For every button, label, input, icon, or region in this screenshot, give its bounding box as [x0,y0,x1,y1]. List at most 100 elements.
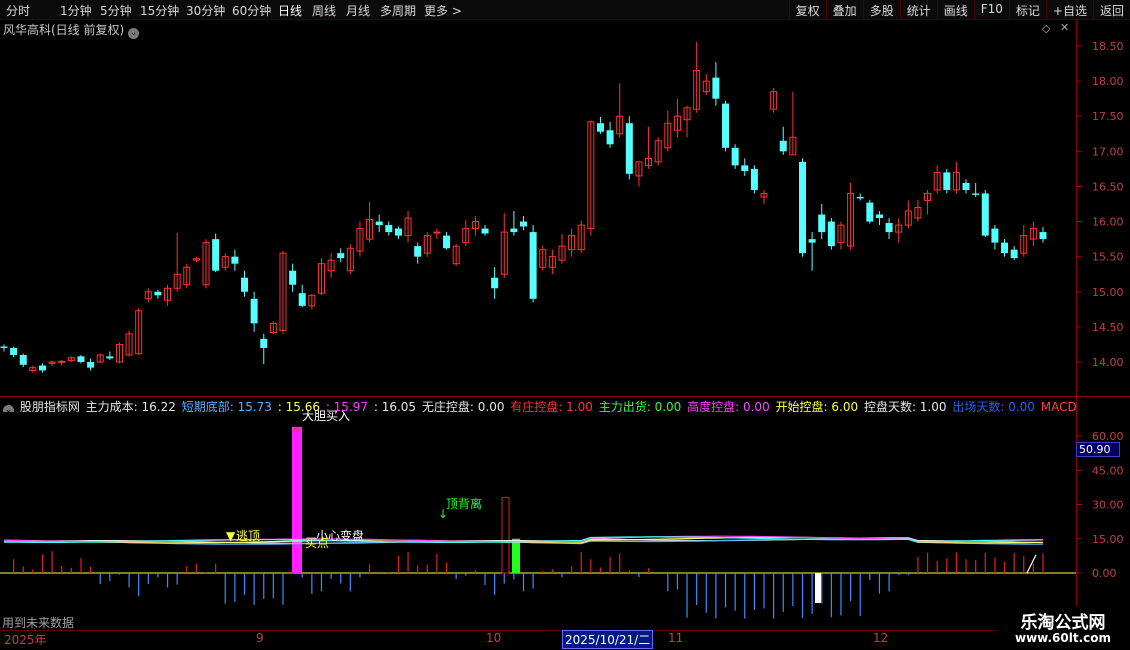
candle-body [750,168,758,190]
panel-close-icon[interactable]: ✕ [1060,21,1069,34]
indicator-line-tail [1026,554,1037,574]
candle-body [375,221,383,226]
price-axis: 18.50 18.00 17.50 17.00 16.50 16.00 15.50 15.00… [1076,40,1124,369]
price-tick-label: 18.00 [1092,75,1124,88]
date-label-sep: 9 [256,631,264,645]
candle-body [1001,242,1009,254]
legend-item: 高度控盘: 0.00 [687,400,770,412]
indicator-tick-label: 0.00 [1092,567,1117,580]
legend-item: 控盘天数: 1.00 [863,400,947,412]
price-tick-label: 18.50 [1092,40,1124,53]
chevron-down-icon[interactable]: ⌄ [128,28,140,39]
price-tick-label: 16.50 [1092,180,1124,193]
watermark-title: 乐淘公式网 [1020,613,1106,633]
legend-item: 开始控盘: 6.00 [775,400,859,412]
candle-body [231,256,239,264]
legend-item: 主力出货: 0.00 [598,400,682,412]
indicator-tick-label: 45.00 [1092,464,1124,477]
legend-item: : 16.05 [373,400,417,412]
candle-body [481,228,489,234]
candle-body [394,228,402,236]
legend-items: 主力成本: 16.22 短期底部: 15.73 : 15.66 : 15.97 … [86,400,1076,412]
legend-item: 主力成本: 16.22 [85,400,176,412]
candle-body [77,356,85,362]
price-tick-label: 14.50 [1092,321,1124,334]
candle-body [798,161,806,254]
candle-body [866,202,874,222]
candle-body [260,338,268,348]
candle-body [962,182,970,190]
candle-body [38,365,46,371]
price-tick-label: 15.50 [1092,251,1124,264]
candle-body [818,214,826,233]
candle-body [510,228,518,233]
candlestick-series [0,41,1047,373]
candle-body [414,246,422,257]
legend-item: 有庄控盘: 1.00 [510,400,593,412]
indicator-tick-label: 15.00 [1092,533,1124,546]
candle-body [443,235,451,249]
indicator-name: 股朋指标网 [19,400,80,412]
candle-body [808,239,816,243]
white-signal-bar [815,573,821,603]
watermark: 乐淘公式网 www.60lt.com [996,606,1130,650]
candle-body [827,221,835,247]
candle-body [106,356,114,359]
price-tick-label: 17.50 [1092,110,1124,123]
candle-body [520,221,527,227]
legend-item: 无庄控盘: 0.00 [421,400,505,412]
candle-body [87,362,95,368]
candle-body [722,103,730,148]
candle-body [1010,249,1018,259]
candle-body [972,193,980,195]
candle-body [981,193,989,236]
watermark-url: www.60lt.com [1014,631,1112,645]
date-label-dec: 12 [873,631,889,645]
candle-body [212,239,220,271]
indicator-tick-label: 30.00 [1092,499,1124,512]
annotation-buy: 买点 [305,536,329,550]
indicator-bars [0,426,1076,619]
candle-body [1039,232,1047,240]
candle-body [712,77,720,99]
date-label-oct: 10 [486,631,502,645]
candle-body [19,354,27,365]
date-label-year: 2025年 [4,633,47,647]
candle-body [943,172,951,190]
annotation-divergence: 顶背离 [446,496,482,511]
candle-body [731,147,739,166]
chart-canvas[interactable]: 18.50 18.00 17.50 17.00 16.50 16.00 15.50 15.00… [0,0,1130,650]
candle-body [596,123,604,132]
candle-body [885,222,893,233]
candle-body [779,140,787,152]
red-outline-bar [501,497,510,574]
candle-body [433,231,441,234]
diamond-icon[interactable]: ◇ [1042,22,1050,35]
annotation-escape: 逃顶 [236,529,260,543]
indicator-legend: ⌄ 股朋指标网 主力成本: 16.22 短期底部: 15.73 : 15.66 … [0,398,1076,412]
candle-body [606,130,614,145]
candle-body [875,214,883,219]
legend-item: : 15.66 [277,400,320,412]
indicator-annotations: ✕大胆买入▼ 逃顶 小心变盘买点↓顶背离 [226,409,482,550]
candle-body [154,291,162,296]
stock-title: 风华高科(日线 前复权) ⌄ [3,21,140,39]
escape-arrow-icon: ▼ [226,529,236,543]
future-data-note: 用到未来数据 [2,616,75,630]
chevron-down-icon[interactable]: ⌄ [3,405,14,412]
legend-item: 出场天数: 0.00 [952,400,1035,412]
date-axis: 2025年 9 10 11 12 [0,630,996,647]
candle-body [529,232,537,299]
candle-body [241,277,249,292]
indicator-lines [3,535,1044,574]
price-tick-label: 16.00 [1092,216,1124,229]
candle-body [58,360,66,363]
chart-frame [0,19,1130,630]
buy-signal-bar [292,426,302,573]
candle-body [856,196,864,199]
legend-item: : 15.97 [325,400,369,412]
candle-body [289,270,297,285]
candle-body [741,165,749,171]
candle-body [337,253,345,259]
cursor-date: 2025/10/21/二 [562,630,654,649]
